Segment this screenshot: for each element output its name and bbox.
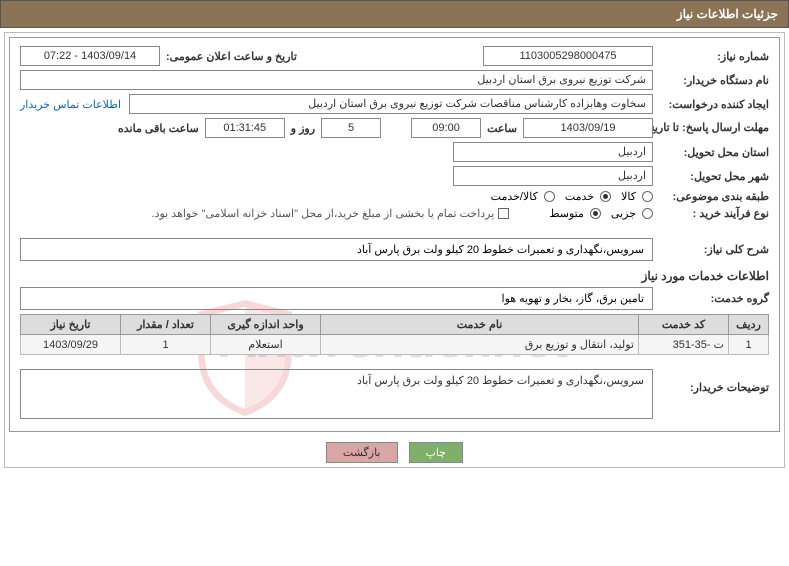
radio-medium[interactable]: متوسط [549, 207, 601, 220]
remain-time-field: 01:31:45 [205, 118, 285, 138]
treasury-checkbox[interactable] [498, 208, 509, 219]
buyer-notes-label: توضیحات خریدار: [659, 363, 769, 394]
cell-date: 1403/09/29 [21, 335, 121, 355]
delivery-city-label: شهر محل تحویل: [659, 170, 769, 183]
requester-label: ایجاد کننده درخواست: [659, 98, 769, 111]
button-row: چاپ بازگشت [9, 442, 780, 463]
services-info-label: اطلاعات خدمات مورد نیاز [642, 269, 769, 283]
radio-both[interactable]: کالا/خدمت [491, 190, 555, 203]
general-desc-field: سرویس،نگهداری و تعمیرات خطوط 20 کیلو ولت… [20, 238, 653, 261]
days-field: 5 [321, 118, 381, 138]
th-name: نام خدمت [321, 315, 639, 335]
radio-small[interactable]: جزیی [611, 207, 653, 220]
back-button[interactable]: بازگشت [326, 442, 398, 463]
cell-row: 1 [729, 335, 769, 355]
cell-code: ت -35-351 [639, 335, 729, 355]
need-number-field: 1103005298000475 [483, 46, 653, 66]
time-label: ساعت [487, 122, 517, 135]
delivery-province-field: اردبیل [453, 142, 653, 162]
th-row: ردیف [729, 315, 769, 335]
service-group-field: تامین برق، گاز، بخار و تهویه هوا [20, 287, 653, 310]
cell-qty: 1 [121, 335, 211, 355]
buyer-org-field: شرکت توزیع نیروی برق استان اردبیل [20, 70, 653, 90]
delivery-city-field: اردبیل [453, 166, 653, 186]
cell-name: تولید، انتقال و توزیع برق [321, 335, 639, 355]
th-qty: تعداد / مقدار [121, 315, 211, 335]
days-and-label: روز و [291, 122, 315, 135]
th-date: تاریخ نیاز [21, 315, 121, 335]
payment-note: پرداخت تمام یا بخشی از مبلغ خرید،از محل … [152, 207, 495, 220]
buyer-org-label: نام دستگاه خریدار: [659, 74, 769, 87]
th-code: کد خدمت [639, 315, 729, 335]
general-desc-label: شرح کلی نیاز: [659, 243, 769, 256]
remain-label: ساعت باقی مانده [118, 122, 199, 135]
print-button[interactable]: چاپ [409, 442, 464, 463]
th-unit: واحد اندازه گیری [211, 315, 321, 335]
category-label: طبقه بندی موضوعی: [659, 190, 769, 203]
deadline-label: مهلت ارسال پاسخ: تا تاریخ: [659, 122, 769, 134]
cell-unit: استعلام [211, 335, 321, 355]
deadline-time-field: 09:00 [411, 118, 481, 138]
services-table: ردیف کد خدمت نام خدمت واحد اندازه گیری ت… [20, 314, 769, 355]
process-label: نوع فرآیند خرید : [659, 207, 769, 220]
buyer-contact-link[interactable]: اطلاعات تماس خریدار [20, 98, 121, 111]
delivery-province-label: استان محل تحویل: [659, 146, 769, 159]
buyer-notes-box: سرویس،نگهداری و تعمیرات خطوط 20 کیلو ولت… [20, 369, 653, 419]
announce-field: 1403/09/14 - 07:22 [20, 46, 160, 66]
announce-label: تاریخ و ساعت اعلان عمومی: [166, 50, 297, 63]
page-header: جزئیات اطلاعات نیاز [0, 0, 789, 28]
service-group-label: گروه خدمت: [659, 292, 769, 305]
outer-frame: AriaTender.net شماره نیاز: 1103005298000… [4, 32, 785, 468]
inner-frame: AriaTender.net شماره نیاز: 1103005298000… [9, 37, 780, 432]
requester-field: سخاوت وهابزاده کارشناس مناقصات شرکت توزی… [129, 94, 653, 114]
need-number-label: شماره نیاز: [659, 50, 769, 63]
radio-service[interactable]: خدمت [565, 190, 611, 203]
table-row: 1 ت -35-351 تولید، انتقال و توزیع برق اس… [21, 335, 769, 355]
page-title: جزئیات اطلاعات نیاز [677, 7, 778, 21]
radio-goods[interactable]: کالا [621, 190, 653, 203]
deadline-date-field: 1403/09/19 [523, 118, 653, 138]
